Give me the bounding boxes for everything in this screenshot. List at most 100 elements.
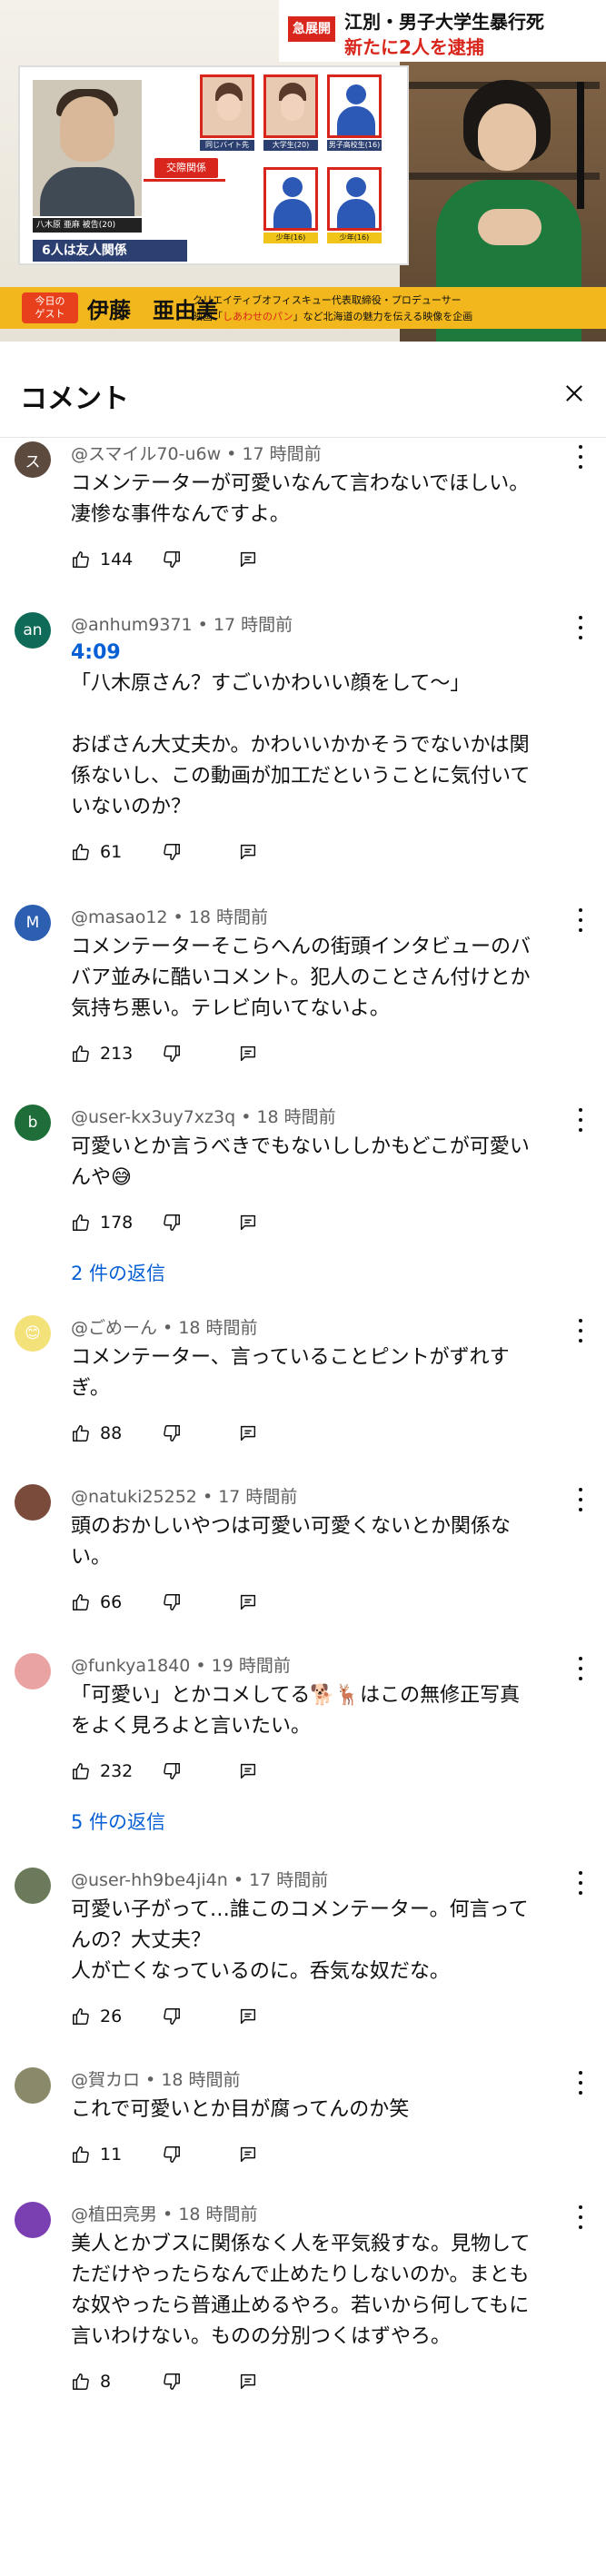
avatar[interactable]: M	[15, 905, 51, 941]
video-player[interactable]: 急展開 江別・男子大学生暴行死 新たに2人を逮捕 八木原 亜麻 被告(20) 交…	[0, 0, 606, 342]
video-timestamp-link[interactable]: 4:09	[71, 639, 121, 667]
dislike-button[interactable]	[162, 550, 182, 570]
reply-icon	[240, 2373, 256, 2390]
reply-button[interactable]	[238, 1423, 258, 1443]
reply-button[interactable]	[238, 842, 258, 862]
comment-text: コメンテーター、言っていることピントがずれす ぎ。	[71, 1342, 562, 1404]
view-replies-link[interactable]: 5 件の返信	[71, 1808, 165, 1835]
meta-separator: •	[221, 444, 243, 464]
view-replies-link[interactable]: 2 件の返信	[71, 1259, 165, 1286]
more-options-button[interactable]	[571, 445, 590, 469]
comment-time: 18 時間前	[256, 1107, 336, 1127]
person-photo	[263, 74, 318, 138]
person-silhouette	[327, 167, 382, 231]
dislike-button[interactable]	[162, 2145, 182, 2165]
comment-time: 18 時間前	[178, 2204, 258, 2224]
avatar[interactable]: b	[15, 1105, 51, 1141]
dislike-button[interactable]	[162, 1761, 182, 1781]
comment-meta: @植田亮男 • 18 時間前	[71, 2196, 562, 2227]
friends-label: 6人は友人関係	[33, 240, 187, 262]
person-label: 大学生(20)	[263, 140, 318, 151]
more-options-button[interactable]	[571, 1871, 590, 1895]
comment-author[interactable]: @masao12	[71, 907, 168, 927]
avatar[interactable]	[15, 1484, 51, 1521]
more-options-button[interactable]	[571, 2205, 590, 2229]
avatar[interactable]	[15, 1868, 51, 1904]
more-options-button[interactable]	[571, 2071, 590, 2095]
dislike-button[interactable]	[162, 1213, 182, 1233]
like-count: 178	[100, 1213, 134, 1233]
reply-button[interactable]	[238, 1213, 258, 1233]
person-label: 男子高校生(16)	[327, 140, 382, 151]
comment: 😊 @ごめーん • 18 時間前 コメンテーター、言っていることピントがずれすぎ…	[0, 1310, 606, 1479]
dislike-button[interactable]	[162, 2006, 182, 2026]
guest-desc-line1: クリエイティブオフィスキュー代表取締役・プロデューサー	[193, 294, 462, 306]
like-button[interactable]: 11	[71, 2145, 145, 2165]
like-button[interactable]: 213	[71, 1044, 145, 1064]
comment-actions: 178	[71, 1203, 562, 1243]
comment-text-line: 「可愛い」とかコメしてる🐕🦌はこの無修正写真	[71, 1684, 521, 1707]
reply-icon	[240, 1425, 256, 1442]
reply-button[interactable]	[238, 550, 258, 570]
more-options-button[interactable]	[571, 1488, 590, 1511]
comment-actions: 26	[71, 1996, 562, 2036]
comment-text-line: 可愛いとか言うべきでもないししかもどこが可愛い	[71, 1135, 530, 1158]
reply-button[interactable]	[238, 1044, 258, 1064]
reply-button[interactable]	[238, 1761, 258, 1781]
comment: @user-hh9be4ji4n • 17 時間前 可愛い子がって…誰このコメン…	[0, 1862, 606, 2062]
like-button[interactable]: 66	[71, 1592, 145, 1612]
reply-button[interactable]	[238, 2006, 258, 2026]
like-button[interactable]: 178	[71, 1213, 145, 1233]
comment-author[interactable]: @植田亮男	[71, 2204, 157, 2224]
comment-author[interactable]: @natuki25252	[71, 1487, 197, 1507]
close-button[interactable]	[555, 374, 593, 412]
dislike-button[interactable]	[162, 1592, 182, 1612]
reply-button[interactable]	[238, 1592, 258, 1612]
dislike-button[interactable]	[162, 1044, 182, 1064]
avatar[interactable]: 😊	[15, 1315, 51, 1352]
dislike-button[interactable]	[162, 842, 182, 862]
person-silhouette	[327, 74, 382, 138]
like-button[interactable]: 61	[71, 842, 145, 862]
like-button[interactable]: 144	[71, 550, 145, 570]
thumbs-down-icon	[164, 2373, 180, 2390]
reply-button[interactable]	[238, 2145, 258, 2165]
comment-author[interactable]: @スマイル70-u6w	[71, 444, 221, 464]
like-count: 144	[100, 550, 134, 570]
more-options-button[interactable]	[571, 908, 590, 932]
comment-author[interactable]: @user-kx3uy7xz3q	[71, 1107, 235, 1127]
avatar[interactable]	[15, 2067, 51, 2104]
more-options-button[interactable]	[571, 1108, 590, 1132]
like-button[interactable]: 26	[71, 2006, 145, 2026]
more-options-button[interactable]	[571, 1657, 590, 1680]
comment-actions: 66	[71, 1582, 562, 1622]
comment-author[interactable]: @ごめーん	[71, 1318, 157, 1338]
comment-actions: 61	[71, 832, 562, 872]
like-button[interactable]: 88	[71, 1423, 145, 1443]
comment-author[interactable]: @賀カロ	[71, 2070, 140, 2090]
avatar[interactable]: an	[15, 612, 51, 649]
comment-author[interactable]: @user-hh9be4ji4n	[71, 1870, 228, 1890]
reply-button[interactable]	[238, 2372, 258, 2392]
thumbs-up-icon	[73, 551, 89, 568]
avatar[interactable]	[15, 2202, 51, 2238]
thumbs-down-icon	[164, 551, 180, 568]
comment-meta: @賀カロ • 18 時間前	[71, 2062, 562, 2093]
like-count: 61	[100, 842, 123, 862]
more-options-button[interactable]	[571, 1319, 590, 1342]
thumbs-up-icon	[73, 2373, 89, 2390]
more-options-button[interactable]	[571, 616, 590, 639]
like-button[interactable]: 232	[71, 1761, 145, 1781]
comment-meta: @masao12 • 18 時間前	[71, 899, 562, 930]
avatar[interactable]: ス	[15, 441, 51, 478]
like-button[interactable]: 8	[71, 2372, 145, 2392]
thumbs-down-icon	[164, 1214, 180, 1231]
comment-author[interactable]: @anhum9371	[71, 615, 193, 635]
thumbs-down-icon	[164, 1425, 180, 1442]
avatar[interactable]	[15, 1653, 51, 1689]
comment-author[interactable]: @funkya1840	[71, 1656, 190, 1676]
dislike-button[interactable]	[162, 1423, 182, 1443]
comment-actions: 232	[71, 1751, 562, 1791]
comment-text: 可愛いとか言うべきでもないししかもどこが可愛い んや😅	[71, 1132, 562, 1194]
dislike-button[interactable]	[162, 2372, 182, 2392]
